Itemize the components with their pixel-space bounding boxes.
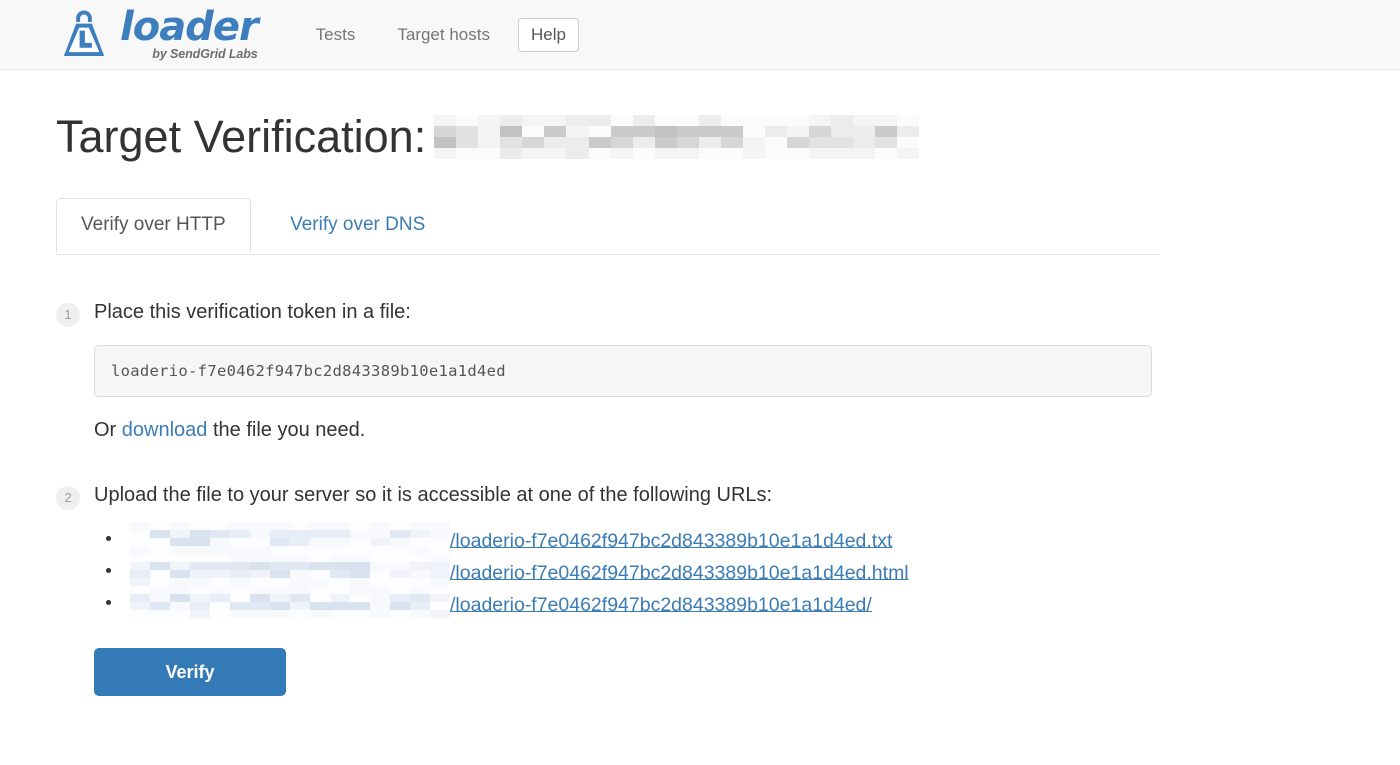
download-line: Or download the file you need. [94, 419, 1360, 442]
nav-item-tests[interactable]: Tests [302, 19, 370, 51]
redacted-target-host [434, 114, 920, 159]
brand-tagline: by SendGrid Labs [152, 47, 258, 62]
list-item: /loaderio-f7e0462f947bc2d843389b10e1a1d4… [94, 553, 1360, 586]
list-item: /loaderio-f7e0462f947bc2d843389b10e1a1d4… [94, 521, 1360, 554]
step-one-body: Place this verification token in a file:… [94, 299, 1360, 442]
verification-url-html[interactable]: /loaderio-f7e0462f947bc2d843389b10e1a1d4… [450, 561, 909, 583]
brand-text: loader by SendGrid Labs [120, 4, 259, 62]
download-prefix-text: Or [94, 418, 122, 441]
nav-links: Tests Target hosts Help [302, 17, 579, 52]
step-one-instruction: Place this verification token in a file: [94, 300, 411, 323]
redacted-host-prefix [130, 553, 450, 586]
brand-logo-link[interactable]: loader by SendGrid Labs [56, 4, 259, 63]
list-item: /loaderio-f7e0462f947bc2d843389b10e1a1d4… [94, 585, 1360, 618]
verification-tabs: Verify over HTTP Verify over DNS [56, 197, 1160, 255]
redacted-host-prefix [130, 521, 450, 554]
step-two-instruction: Upload the file to your server so it is … [94, 483, 773, 506]
verification-token-text: loaderio-f7e0462f947bc2d843389b10e1a1d4e… [111, 361, 506, 380]
top-navbar: loader by SendGrid Labs Tests Target hos… [0, 0, 1400, 70]
nav-item-target-hosts[interactable]: Target hosts [383, 19, 504, 51]
tab-verify-over-dns[interactable]: Verify over DNS [265, 198, 450, 253]
loader-logo-icon [63, 10, 105, 56]
step-one: 1 Place this verification token in a fil… [56, 299, 1360, 442]
step-one-badge: 1 [56, 302, 80, 327]
brand-wordmark: loader [120, 4, 259, 51]
download-file-link[interactable]: download [122, 419, 208, 441]
page-title-text: Target Verification: [56, 111, 427, 162]
tab-verify-over-http[interactable]: Verify over HTTP [56, 197, 251, 253]
step-two-body: Upload the file to your server so it is … [94, 482, 1360, 696]
verification-url-list: /loaderio-f7e0462f947bc2d843389b10e1a1d4… [94, 521, 1360, 618]
verification-url-dir[interactable]: /loaderio-f7e0462f947bc2d843389b10e1a1d4… [450, 593, 872, 615]
page-title: Target Verification: [56, 112, 1360, 162]
page-container: Target Verification: Verify over HTTP Ve… [0, 112, 1400, 696]
help-button[interactable]: Help [517, 17, 579, 52]
step-two-badge: 2 [56, 485, 80, 510]
verification-token-box[interactable]: loaderio-f7e0462f947bc2d843389b10e1a1d4e… [94, 344, 1152, 397]
download-suffix-text: the file you need. [207, 418, 366, 441]
verify-button[interactable]: Verify [94, 647, 286, 696]
step-two: 2 Upload the file to your server so it i… [56, 482, 1360, 696]
verification-url-txt[interactable]: /loaderio-f7e0462f947bc2d843389b10e1a1d4… [450, 529, 892, 551]
redacted-host-prefix [130, 585, 450, 618]
